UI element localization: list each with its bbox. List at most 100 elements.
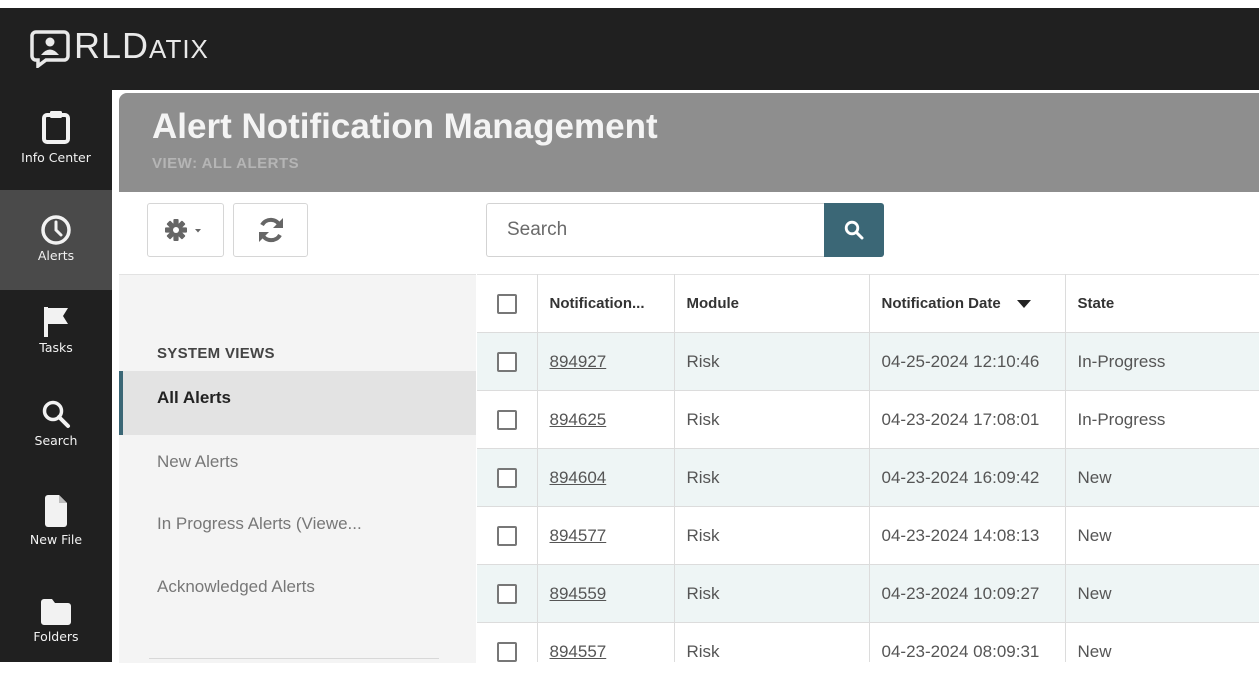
row-checkbox[interactable] (496, 351, 517, 372)
sidebar-item-label: Alerts (37, 248, 75, 263)
divider (149, 658, 439, 659)
table-header-row: Notification... Module Notification Date… (477, 274, 1259, 333)
notification-date-cell: 04-23-2024 17:08:01 (869, 390, 1066, 449)
sidebar: Info Center Alerts Tasks Search New File (0, 90, 112, 662)
search-icon (42, 400, 70, 428)
column-header-notification-date[interactable]: Notification Date (869, 274, 1066, 333)
page-header: Alert Notification Management VIEW: ALL … (119, 93, 1259, 192)
notification-id-link[interactable]: 894577 (550, 526, 607, 545)
sidebar-item-label: Folders (33, 629, 79, 644)
table-row[interactable]: 894559 Risk 04-23-2024 10:09:27 New (477, 564, 1259, 623)
logo-letter-r: R (74, 25, 101, 66)
file-icon (45, 495, 67, 527)
state-cell: In-Progress (1065, 390, 1259, 449)
column-header-label: Notification Date (881, 295, 1001, 312)
column-header-state[interactable]: State (1065, 274, 1259, 333)
notification-date-cell: 04-25-2024 12:10:46 (869, 332, 1066, 391)
view-item-all-alerts[interactable]: All Alerts (119, 371, 476, 435)
module-cell: Risk (674, 390, 870, 449)
row-select-cell (477, 332, 538, 391)
sort-descending-icon (1016, 300, 1031, 309)
search-icon (844, 220, 864, 240)
sidebar-item-tasks[interactable]: Tasks (0, 290, 112, 390)
settings-dropdown-button[interactable] (147, 203, 224, 257)
alerts-table: Notification... Module Notification Date… (477, 274, 1259, 662)
table-row[interactable]: 894927 Risk 04-25-2024 12:10:46 In-Progr… (477, 332, 1259, 391)
search-button[interactable] (824, 203, 884, 257)
refresh-button[interactable] (233, 203, 308, 257)
view-item-in-progress-alerts[interactable]: In Progress Alerts (Viewe... (119, 497, 476, 561)
logo-letter-l: L (101, 25, 123, 66)
column-header-module[interactable]: Module (674, 274, 870, 333)
sidebar-item-folders[interactable]: Folders (0, 575, 112, 675)
view-item-label: Acknowledged Alerts (157, 577, 315, 596)
select-all-checkbox[interactable] (496, 293, 517, 314)
sidebar-item-alerts[interactable]: Alerts (0, 190, 112, 290)
page-subtitle: VIEW: ALL ALERTS (152, 155, 300, 172)
table-row[interactable]: 894625 Risk 04-23-2024 17:08:01 In-Progr… (477, 390, 1259, 449)
notification-id-cell: 894577 (537, 506, 675, 565)
notification-date-cell: 04-23-2024 14:08:13 (869, 506, 1066, 565)
row-checkbox[interactable] (496, 409, 517, 430)
refresh-icon (258, 217, 283, 243)
notification-id-link[interactable]: 894625 (550, 410, 607, 429)
module-cell: Risk (674, 622, 870, 662)
rldatix-logo: RLDATIX (30, 26, 209, 69)
row-select-cell (477, 390, 538, 449)
search-input[interactable] (486, 203, 825, 257)
notification-date-cell: 04-23-2024 10:09:27 (869, 564, 1066, 623)
notification-id-link[interactable]: 894557 (550, 642, 607, 661)
row-checkbox[interactable] (496, 525, 517, 546)
row-checkbox[interactable] (496, 641, 517, 662)
table-row[interactable]: 894557 Risk 04-23-2024 08:09:31 New (477, 622, 1259, 662)
clock-icon (41, 215, 71, 245)
folder-icon (41, 599, 71, 625)
system-views-heading: SYSTEM VIEWS (157, 345, 275, 362)
table-row[interactable]: 894577 Risk 04-23-2024 14:08:13 New (477, 506, 1259, 565)
views-panel: SYSTEM VIEWS All Alerts New Alerts In Pr… (119, 274, 476, 663)
logo-letters-atix: ATIX (149, 34, 209, 64)
notification-id-cell: 894927 (537, 332, 675, 391)
sidebar-item-new-file[interactable]: New File (0, 480, 112, 580)
select-all-cell (477, 274, 538, 333)
notification-id-link[interactable]: 894927 (550, 352, 607, 371)
sidebar-item-label: Search (34, 433, 78, 448)
sidebar-item-label: Info Center (21, 150, 91, 165)
notification-date-cell: 04-23-2024 16:09:42 (869, 448, 1066, 507)
view-item-label: New Alerts (157, 452, 239, 471)
state-cell: New (1065, 506, 1259, 565)
state-cell: New (1065, 564, 1259, 623)
notification-date-cell: 04-23-2024 08:09:31 (869, 622, 1066, 662)
page-title: Alert Notification Management (152, 107, 658, 146)
chat-person-icon (30, 29, 70, 68)
row-select-cell (477, 622, 538, 662)
clipboard-icon (42, 111, 70, 144)
module-cell: Risk (674, 506, 870, 565)
state-cell: New (1065, 448, 1259, 507)
gear-dropdown-icon (164, 219, 201, 241)
sidebar-item-search[interactable]: Search (0, 385, 112, 485)
module-cell: Risk (674, 564, 870, 623)
notification-id-link[interactable]: 894604 (550, 468, 607, 487)
logo-letter-d: D (122, 25, 150, 66)
column-header-notification[interactable]: Notification... (537, 274, 675, 333)
sidebar-item-info-center[interactable]: Info Center (0, 90, 112, 190)
view-item-new-alerts[interactable]: New Alerts (119, 435, 476, 499)
view-item-label: All Alerts (157, 388, 232, 407)
notification-id-cell: 894559 (537, 564, 675, 623)
module-cell: Risk (674, 332, 870, 391)
sidebar-item-label: Tasks (39, 340, 73, 355)
view-item-label: In Progress Alerts (Viewe... (157, 514, 362, 533)
table-row[interactable]: 894604 Risk 04-23-2024 16:09:42 New (477, 448, 1259, 507)
row-select-cell (477, 564, 538, 623)
row-checkbox[interactable] (496, 583, 517, 604)
row-select-cell (477, 448, 538, 507)
module-cell: Risk (674, 448, 870, 507)
view-item-acknowledged-alerts[interactable]: Acknowledged Alerts (119, 560, 476, 624)
row-select-cell (477, 506, 538, 565)
notification-id-cell: 894625 (537, 390, 675, 449)
top-bar: RLDATIX (0, 0, 1259, 90)
notification-id-link[interactable]: 894559 (550, 584, 607, 603)
notification-id-cell: 894557 (537, 622, 675, 662)
row-checkbox[interactable] (496, 467, 517, 488)
